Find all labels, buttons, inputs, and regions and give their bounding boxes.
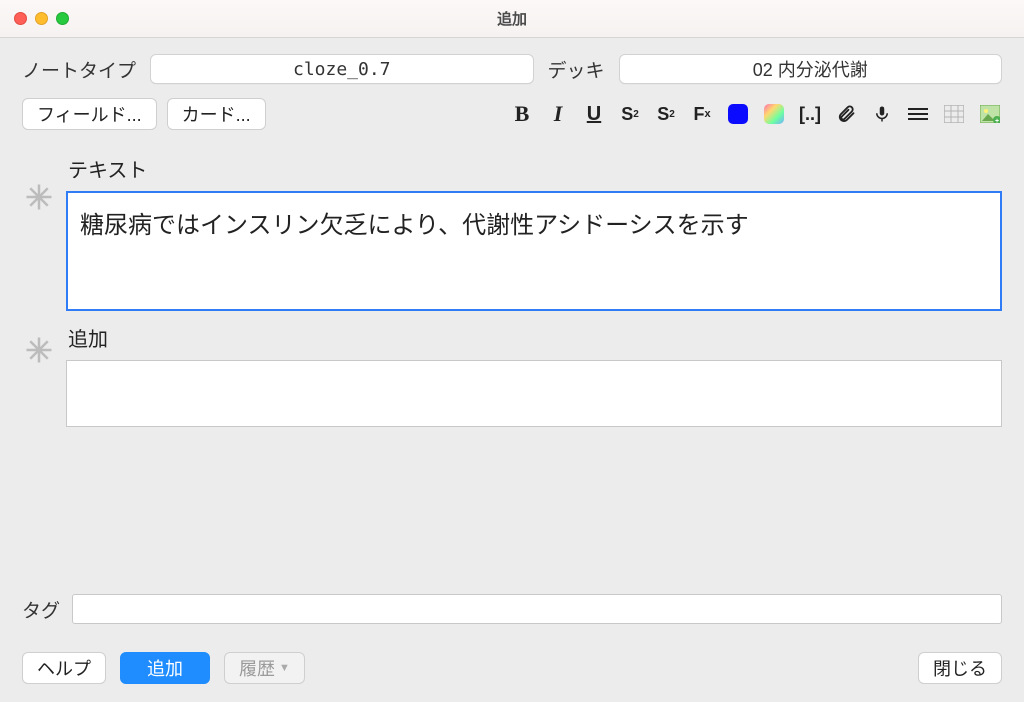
underline-icon[interactable]: U <box>582 102 606 126</box>
history-button[interactable]: 履歴 ▼ <box>224 652 305 684</box>
tags-row: タグ <box>22 594 1002 624</box>
deck-value: 02 内分泌代謝 <box>753 56 868 82</box>
window-controls <box>14 12 69 25</box>
toolbar-row: フィールド... カード... B I U S2 S2 Fx [..] + <box>0 92 1024 142</box>
chevron-down-icon: ▼ <box>279 662 290 674</box>
note-type-selector[interactable]: cloze_0.7 <box>150 54 533 84</box>
format-toolbar: B I U S2 S2 Fx [..] + <box>510 102 1002 126</box>
color-blue-icon[interactable] <box>726 102 750 126</box>
attach-icon[interactable] <box>834 102 858 126</box>
extra-field-input[interactable] <box>66 360 1002 427</box>
color-gradient-icon[interactable] <box>762 102 786 126</box>
deck-label: デッキ <box>548 56 605 83</box>
sticky-toggle-icon[interactable] <box>22 333 56 367</box>
add-button[interactable]: 追加 <box>120 652 210 684</box>
note-type-value: cloze_0.7 <box>293 59 391 80</box>
table-icon[interactable] <box>942 102 966 126</box>
history-label: 履歴 <box>239 655 275 681</box>
titlebar: 追加 <box>0 0 1024 38</box>
tags-input[interactable] <box>72 594 1002 624</box>
tags-label: タグ <box>22 596 60 623</box>
italic-icon[interactable]: I <box>546 102 570 126</box>
help-button[interactable]: ヘルプ <box>22 652 106 684</box>
bottom-row: ヘルプ 追加 履歴 ▼ 閉じる <box>22 652 1002 684</box>
close-window-button[interactable] <box>14 12 27 25</box>
image-occlusion-icon[interactable]: + <box>978 102 1002 126</box>
fields-area: テキスト 糖尿病ではインスリン欠乏により、代謝性アシドーシスを示す 追加 <box>0 142 1024 443</box>
note-type-label: ノートタイプ <box>22 56 136 83</box>
fields-button[interactable]: フィールド... <box>22 98 157 130</box>
subscript-icon[interactable]: S2 <box>654 102 678 126</box>
field-label: 追加 <box>68 323 1002 352</box>
mic-icon[interactable] <box>870 102 894 126</box>
cloze-icon[interactable]: [..] <box>798 102 822 126</box>
text-field-input[interactable]: 糖尿病ではインスリン欠乏により、代謝性アシドーシスを示す <box>66 191 1002 311</box>
field-row: テキスト 糖尿病ではインスリン欠乏により、代謝性アシドーシスを示す <box>22 150 1002 311</box>
minimize-window-button[interactable] <box>35 12 48 25</box>
field-row: 追加 <box>22 319 1002 427</box>
note-deck-row: ノートタイプ cloze_0.7 デッキ 02 内分泌代謝 <box>0 38 1024 92</box>
deck-selector[interactable]: 02 内分泌代謝 <box>619 54 1002 84</box>
lines-icon[interactable] <box>906 102 930 126</box>
zoom-window-button[interactable] <box>56 12 69 25</box>
clear-format-icon[interactable]: Fx <box>690 102 714 126</box>
window-title: 追加 <box>0 8 1024 29</box>
close-button[interactable]: 閉じる <box>918 652 1002 684</box>
svg-text:+: + <box>995 118 999 123</box>
sticky-toggle-icon[interactable] <box>22 180 56 214</box>
cards-button[interactable]: カード... <box>167 98 266 130</box>
field-label: テキスト <box>68 154 1002 183</box>
bold-icon[interactable]: B <box>510 102 534 126</box>
superscript-icon[interactable]: S2 <box>618 102 642 126</box>
